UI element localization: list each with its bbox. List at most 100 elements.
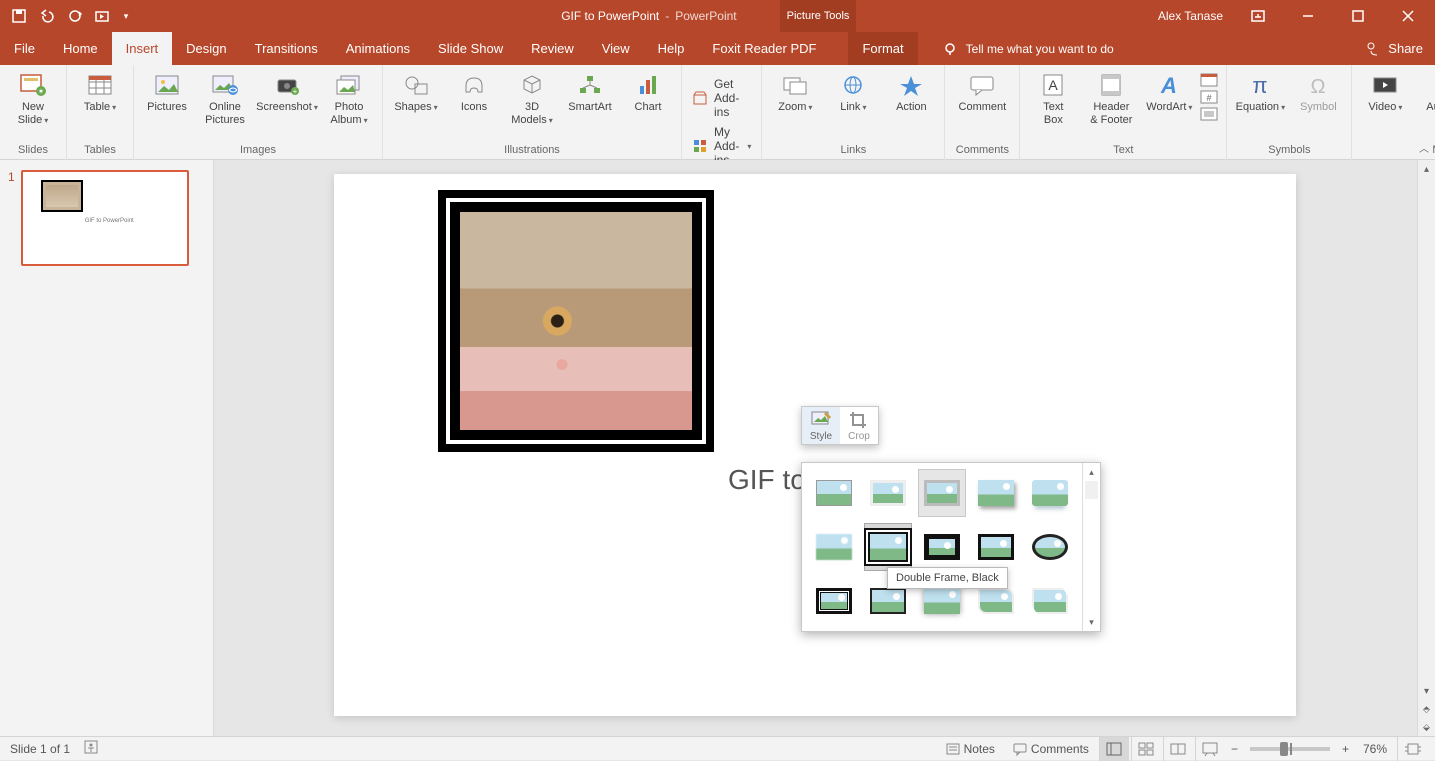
tab-file[interactable]: File (0, 32, 49, 65)
notes-button[interactable]: Notes (938, 737, 1003, 761)
redo-icon[interactable] (62, 3, 88, 29)
prev-slide-icon[interactable]: ⬘ (1418, 700, 1435, 718)
zoom-slider[interactable] (1250, 747, 1330, 751)
audio-button[interactable]: Audio (1416, 69, 1435, 114)
zoom-level[interactable]: 76% (1355, 737, 1395, 761)
gallery-scroll-down-icon[interactable]: ▾ (1083, 613, 1100, 631)
group-links-label: Links (841, 144, 867, 158)
new-slide-button[interactable]: ✶ New Slide (6, 69, 60, 127)
comments-button[interactable]: Comments (1005, 737, 1097, 761)
gallery-scrollbar[interactable]: ▴ ▾ (1082, 463, 1100, 631)
share-button[interactable]: Share (1366, 32, 1423, 65)
slide-thumbnail-pane[interactable]: 1 GIF to PowerPoint (0, 160, 214, 736)
3d-models-button[interactable]: 3D Models (505, 69, 559, 127)
link-label: Link (840, 101, 866, 114)
context-tab-picture-tools[interactable]: Picture Tools (780, 0, 856, 32)
style-simple-frame-black[interactable] (972, 523, 1020, 571)
slide-editor[interactable]: GIF to PowerPoint Style Crop (214, 160, 1435, 736)
table-button[interactable]: Table (73, 69, 127, 114)
tab-review[interactable]: Review (517, 32, 588, 65)
object-button[interactable] (1200, 107, 1220, 121)
fit-to-window-button[interactable] (1397, 737, 1427, 761)
tab-home[interactable]: Home (49, 32, 112, 65)
zoom-button[interactable]: Zoom (768, 69, 822, 114)
comment-button[interactable]: Comment (951, 69, 1013, 114)
style-metal-frame[interactable] (918, 469, 966, 517)
maximize-icon[interactable] (1335, 0, 1381, 32)
picture-mini-toolbar: Style Crop (801, 406, 879, 445)
accessibility-icon[interactable] (84, 740, 98, 757)
save-icon[interactable] (6, 3, 32, 29)
style-simple-frame-white[interactable] (810, 469, 858, 517)
tab-help[interactable]: Help (644, 32, 699, 65)
gallery-scroll-track[interactable] (1085, 481, 1098, 499)
ribbon-display-options-icon[interactable] (1235, 0, 1281, 32)
group-comments: Comment Comments (945, 65, 1020, 160)
editor-vertical-scrollbar[interactable]: ▴ ▾ ⬘⬙ (1417, 160, 1435, 736)
shapes-button[interactable]: Shapes (389, 69, 443, 114)
online-pictures-button[interactable]: Online Pictures (198, 69, 252, 127)
video-button[interactable]: Video (1358, 69, 1412, 114)
slide-sorter-view-button[interactable] (1131, 737, 1161, 761)
textbox-button[interactable]: AText Box (1026, 69, 1080, 127)
close-icon[interactable] (1385, 0, 1431, 32)
tab-foxit[interactable]: Foxit Reader PDF (698, 32, 830, 65)
tab-transitions[interactable]: Transitions (241, 32, 332, 65)
tab-insert[interactable]: Insert (112, 32, 173, 65)
icons-button[interactable]: Icons (447, 69, 501, 114)
gallery-scroll-up-icon[interactable]: ▴ (1083, 463, 1100, 481)
pictures-button[interactable]: Pictures (140, 69, 194, 114)
tab-format[interactable]: Format (848, 32, 917, 65)
tab-view[interactable]: View (588, 32, 644, 65)
screenshot-button[interactable]: + Screenshot (256, 69, 318, 114)
style-drop-shadow-rectangle[interactable] (972, 469, 1020, 517)
normal-view-button[interactable] (1099, 737, 1129, 761)
date-time-button[interactable] (1200, 73, 1220, 87)
link-button[interactable]: Link (826, 69, 880, 114)
zoom-in-button[interactable]: + (1338, 737, 1353, 761)
scroll-down-icon[interactable]: ▾ (1418, 682, 1435, 700)
style-snip-diagonal-corner-white[interactable] (1026, 577, 1074, 625)
symbol-button[interactable]: ΩSymbol (1291, 69, 1345, 114)
action-button[interactable]: Action (884, 69, 938, 114)
inserted-picture[interactable] (438, 190, 714, 452)
tab-slideshow[interactable]: Slide Show (424, 32, 517, 65)
undo-icon[interactable] (34, 3, 60, 29)
zoom-out-button[interactable]: − (1227, 737, 1242, 761)
action-label: Action (896, 101, 927, 114)
next-slide-icon[interactable]: ⬙ (1418, 718, 1435, 736)
style-compound-frame-black[interactable] (810, 577, 858, 625)
mini-crop-button[interactable]: Crop (840, 407, 878, 444)
equation-button[interactable]: πEquation (1233, 69, 1287, 114)
chart-button[interactable]: Chart (621, 69, 675, 114)
photo-album-button[interactable]: Photo Album (322, 69, 376, 127)
start-from-beginning-icon[interactable] (90, 3, 116, 29)
smartart-button[interactable]: SmartArt (563, 69, 617, 114)
link-icon (837, 71, 869, 99)
style-double-frame-black[interactable] (864, 523, 912, 571)
style-soft-edge-rectangle[interactable] (810, 523, 858, 571)
slideshow-view-button[interactable] (1195, 737, 1225, 761)
slide-number-button[interactable]: # (1200, 90, 1220, 104)
mini-style-button[interactable]: Style (802, 407, 840, 444)
style-beveled-matte-white[interactable] (864, 469, 912, 517)
collapse-ribbon-icon[interactable]: ︿ (1419, 140, 1429, 155)
style-reflected-rounded-rectangle[interactable] (1026, 469, 1074, 517)
scroll-up-icon[interactable]: ▴ (1418, 160, 1435, 178)
zoom-slider-thumb[interactable] (1280, 742, 1288, 756)
style-beveled-oval-black[interactable] (1026, 523, 1074, 571)
wordart-button[interactable]: AWordArt (1142, 69, 1196, 114)
style-thick-matte-black[interactable] (918, 523, 966, 571)
slide-thumbnail-1[interactable]: GIF to PowerPoint (21, 170, 189, 266)
qat-customize-icon[interactable]: ▾ (118, 3, 134, 29)
slide-canvas[interactable]: GIF to PowerPoint (334, 174, 1296, 716)
tell-me-search[interactable]: Tell me what you want to do (942, 32, 1114, 65)
user-name[interactable]: Alex Tanase (1158, 9, 1223, 23)
minimize-icon[interactable] (1285, 0, 1331, 32)
notes-label: Notes (964, 742, 995, 756)
tab-animations[interactable]: Animations (332, 32, 424, 65)
reading-view-button[interactable] (1163, 737, 1193, 761)
get-addins-button[interactable]: Get Add-ins (688, 75, 755, 121)
tab-design[interactable]: Design (172, 32, 240, 65)
header-footer-button[interactable]: Header & Footer (1084, 69, 1138, 127)
